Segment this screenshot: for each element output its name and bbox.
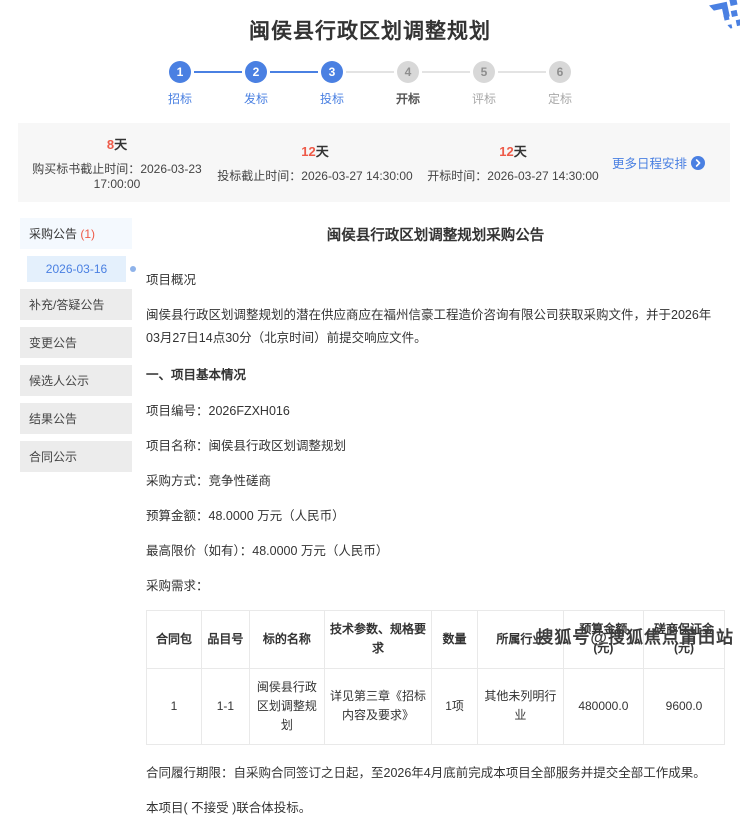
field-max-price: 最高限价（如有）：48.0000 万元（人民币） bbox=[146, 540, 725, 559]
deadline-text: 开标时间：2026-03-27 14:30:00 bbox=[414, 167, 612, 184]
step-toubiao: 3 投标 bbox=[294, 61, 370, 107]
deadline-time: 2026-03-27 14:30:00 bbox=[301, 169, 412, 183]
step-circle-5: 5 bbox=[473, 61, 495, 83]
field-purchase-method: 采购方式：竞争性磋商 bbox=[146, 470, 725, 489]
days-unit: 天 bbox=[316, 144, 329, 159]
field-label: 最高限价（如有）： bbox=[146, 544, 252, 558]
section1-title: 一、项目基本情况 bbox=[146, 364, 725, 383]
sidebar-item-supplement-announcement[interactable]: 补充/答疑公告 bbox=[20, 289, 132, 320]
field-label: 采购方式： bbox=[146, 474, 209, 488]
schedule-item-purchase-deadline: 8天 购买标书截止时间：2026-03-23 17:00:00 bbox=[18, 134, 216, 191]
days-unit: 天 bbox=[514, 144, 527, 159]
arrow-circle-icon bbox=[691, 156, 705, 170]
overview-text: 闽侯县行政区划调整规划的潜在供应商应在福州信豪工程造价咨询有限公司获取采购文件，… bbox=[146, 304, 725, 350]
step-circle-3: 3 bbox=[321, 61, 343, 83]
announcement-count-badge: (1) bbox=[80, 227, 95, 241]
sidebar-item-label: 结果公告 bbox=[29, 412, 77, 426]
deadline-text: 购买标书截止时间：2026-03-23 17:00:00 bbox=[18, 160, 216, 191]
page-title: 闽侯县行政区划调整规划 bbox=[0, 0, 740, 45]
days-remaining: 8天 bbox=[18, 134, 216, 153]
field-value: 48.0000 万元（人民币） bbox=[252, 544, 388, 558]
field-label: 项目名称： bbox=[146, 439, 209, 453]
deadline-label: 购买标书截止时间： bbox=[32, 162, 140, 176]
contract-period-text: 合同履行期限：自采购合同签订之日起，至2026年4月底前完成本项目全部服务并提交… bbox=[146, 762, 725, 781]
overview-label: 项目概况 bbox=[146, 269, 725, 288]
schedule-bar: 8天 购买标书截止时间：2026-03-23 17:00:00 12天 投标截止… bbox=[18, 123, 730, 202]
sidebar-date-label: 2026-03-16 bbox=[46, 262, 107, 276]
days-number: 12 bbox=[499, 144, 513, 159]
sidebar-item-candidate-publicity[interactable]: 候选人公示 bbox=[20, 365, 132, 396]
col-header-quantity: 数量 bbox=[431, 611, 477, 668]
deadline-text: 投标截止时间：2026-03-27 14:30:00 bbox=[216, 167, 414, 184]
sidebar-item-result-announcement[interactable]: 结果公告 bbox=[20, 403, 132, 434]
more-schedule-label: 更多日程安排 bbox=[612, 153, 687, 172]
cell-industry: 其他未列明行业 bbox=[478, 668, 564, 745]
days-number: 12 bbox=[301, 144, 315, 159]
content-area: 采购公告 (1) 2026-03-16 补充/答疑公告 变更公告 候选人公示 结… bbox=[0, 218, 740, 832]
announcement-body: 闽侯县行政区划调整规划采购公告 项目概况 闽侯县行政区划调整规划的潜在供应商应在… bbox=[146, 218, 725, 832]
col-header-item-number: 品目号 bbox=[201, 611, 249, 668]
announcement-title: 闽侯县行政区划调整规划采购公告 bbox=[146, 224, 725, 245]
col-header-subject-name: 标的名称 bbox=[249, 611, 324, 668]
step-label-2: 发标 bbox=[244, 90, 268, 107]
field-value: 竞争性磋商 bbox=[209, 474, 272, 488]
sidebar-item-date[interactable]: 2026-03-16 bbox=[27, 256, 126, 282]
announcement-sidebar: 采购公告 (1) 2026-03-16 补充/答疑公告 变更公告 候选人公示 结… bbox=[20, 218, 132, 832]
demand-label: 采购需求： bbox=[146, 575, 725, 594]
step-zhaobiao: 1 招标 bbox=[142, 61, 218, 107]
cell-tech-specs: 详见第三章《招标内容及要求》 bbox=[325, 668, 432, 745]
field-value: 48.0000 万元（人民币） bbox=[209, 509, 345, 523]
sidebar-item-label: 补充/答疑公告 bbox=[29, 298, 104, 312]
sidebar-item-label: 变更公告 bbox=[29, 336, 77, 350]
sidebar-item-label: 采购公告 bbox=[29, 227, 77, 241]
step-label-4: 开标 bbox=[396, 90, 420, 107]
sidebar-item-label: 合同公示 bbox=[29, 450, 77, 464]
step-pingbiao: 5 评标 bbox=[446, 61, 522, 107]
days-remaining: 12天 bbox=[216, 141, 414, 160]
more-schedule-link[interactable]: 更多日程安排 bbox=[612, 153, 730, 172]
field-project-number: 项目编号：2026FZXH016 bbox=[146, 400, 725, 419]
step-label-5: 评标 bbox=[472, 90, 496, 107]
cell-contract-package: 1 bbox=[147, 668, 202, 745]
step-kaibiao: 4 开标 bbox=[370, 61, 446, 107]
field-value: 2026FZXH016 bbox=[209, 404, 290, 418]
cell-deposit: 9600.0 bbox=[644, 668, 725, 745]
deadline-time: 2026-03-27 14:30:00 bbox=[487, 169, 598, 183]
table-row: 1 1-1 闽侯县行政区划调整规划 详见第三章《招标内容及要求》 1项 其他未列… bbox=[147, 668, 725, 745]
step-label-1: 招标 bbox=[168, 90, 192, 107]
field-label: 预算金额： bbox=[146, 509, 209, 523]
days-unit: 天 bbox=[114, 137, 127, 152]
cell-quantity: 1项 bbox=[431, 668, 477, 745]
cell-subject-name: 闽侯县行政区划调整规划 bbox=[249, 668, 324, 745]
joint-bid-text: 本项目( 不接受 )联合体投标。 bbox=[146, 797, 725, 816]
progress-stepper: 1 招标 2 发标 3 投标 4 开标 5 评标 6 定标 bbox=[142, 61, 598, 107]
active-date-dot bbox=[130, 266, 136, 272]
sohu-watermark: 搜狐号@搜狐焦点莆田站 bbox=[536, 623, 734, 648]
sidebar-item-contract-publicity[interactable]: 合同公示 bbox=[20, 441, 132, 472]
schedule-item-bid-deadline: 12天 投标截止时间：2026-03-27 14:30:00 bbox=[216, 141, 414, 184]
step-fabiao: 2 发标 bbox=[218, 61, 294, 107]
step-circle-6: 6 bbox=[549, 61, 571, 83]
field-label: 项目编号： bbox=[146, 404, 209, 418]
field-value: 闽侯县行政区划调整规划 bbox=[209, 439, 347, 453]
sidebar-item-purchase-announcement[interactable]: 采购公告 (1) bbox=[20, 218, 132, 249]
step-label-3: 投标 bbox=[320, 90, 344, 107]
step-circle-1: 1 bbox=[169, 61, 191, 83]
cell-item-number: 1-1 bbox=[201, 668, 249, 745]
deadline-label: 投标截止时间： bbox=[217, 169, 301, 183]
step-label-6: 定标 bbox=[548, 90, 572, 107]
deadline-label: 开标时间： bbox=[427, 169, 487, 183]
sidebar-item-change-announcement[interactable]: 变更公告 bbox=[20, 327, 132, 358]
field-project-name: 项目名称：闽侯县行政区划调整规划 bbox=[146, 435, 725, 454]
col-header-contract-package: 合同包 bbox=[147, 611, 202, 668]
days-remaining: 12天 bbox=[414, 141, 612, 160]
step-dingbiao: 6 定标 bbox=[522, 61, 598, 107]
step-circle-4: 4 bbox=[397, 61, 419, 83]
cell-budget: 480000.0 bbox=[563, 668, 643, 745]
schedule-item-open-time: 12天 开标时间：2026-03-27 14:30:00 bbox=[414, 141, 612, 184]
sidebar-item-label: 候选人公示 bbox=[29, 374, 89, 388]
step-circle-2: 2 bbox=[245, 61, 267, 83]
col-header-tech-specs: 技术参数、规格要求 bbox=[325, 611, 432, 668]
field-budget-amount: 预算金额：48.0000 万元（人民币） bbox=[146, 505, 725, 524]
